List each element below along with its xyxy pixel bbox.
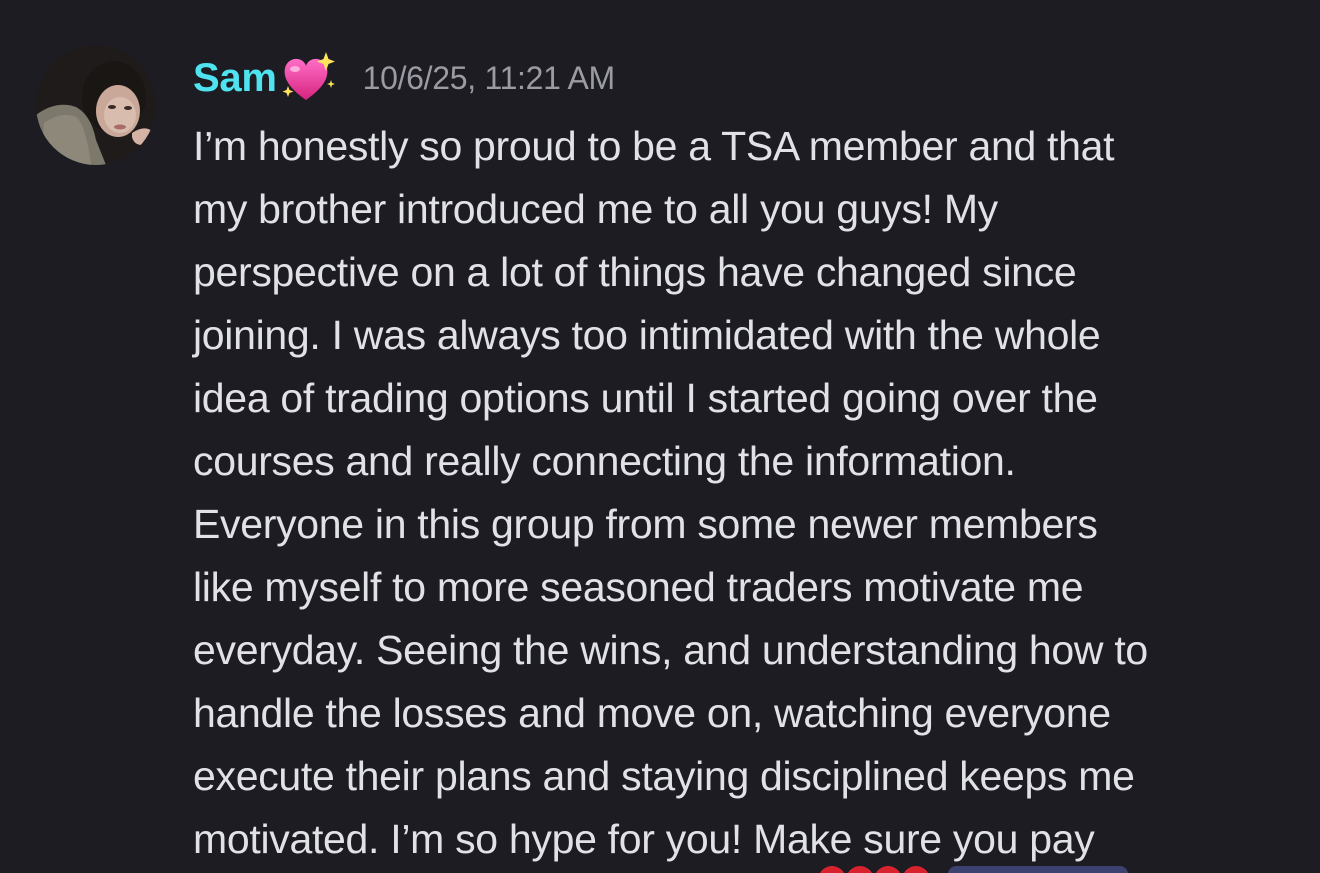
message-line: motivated. I’m so hype for you! Make sur… [193,816,1095,862]
message-line: Everyone in this group from some newer m… [193,501,1098,547]
message-timestamp[interactable]: 10/6/25, 11:21 AM [363,60,616,97]
message-line: perspective on a lot of things have chan… [193,249,1077,295]
message-line: handle the losses and move on, watching … [193,690,1111,736]
message-content: I’m honestly so proud to be a TSA member… [193,115,1303,871]
message-line: joining. I was always too intimidated wi… [193,312,1101,358]
message-line: everyday. Seeing the wins, and understan… [193,627,1148,673]
message-line: idea of trading options until I started … [193,375,1098,421]
message-line: execute their plans and staying discipli… [193,753,1135,799]
user-avatar[interactable] [36,45,156,165]
message-line: I’m honestly so proud to be a TSA member… [193,123,1115,169]
message-line: my brother introduced me to all you guys… [193,186,998,232]
chat-message: Sam 10/6/25, 11:21 AM I’m honestly so pr… [0,0,1320,873]
message-line: courses and really connecting the inform… [193,438,1016,484]
sparkling-heart-icon [279,50,339,106]
mention-pill-partial[interactable] [948,866,1128,873]
avatar-photo [36,45,156,165]
message-header: Sam 10/6/25, 11:21 AM [193,50,615,106]
message-line: like myself to more seasoned traders mot… [193,564,1084,610]
username[interactable]: Sam [193,56,277,101]
